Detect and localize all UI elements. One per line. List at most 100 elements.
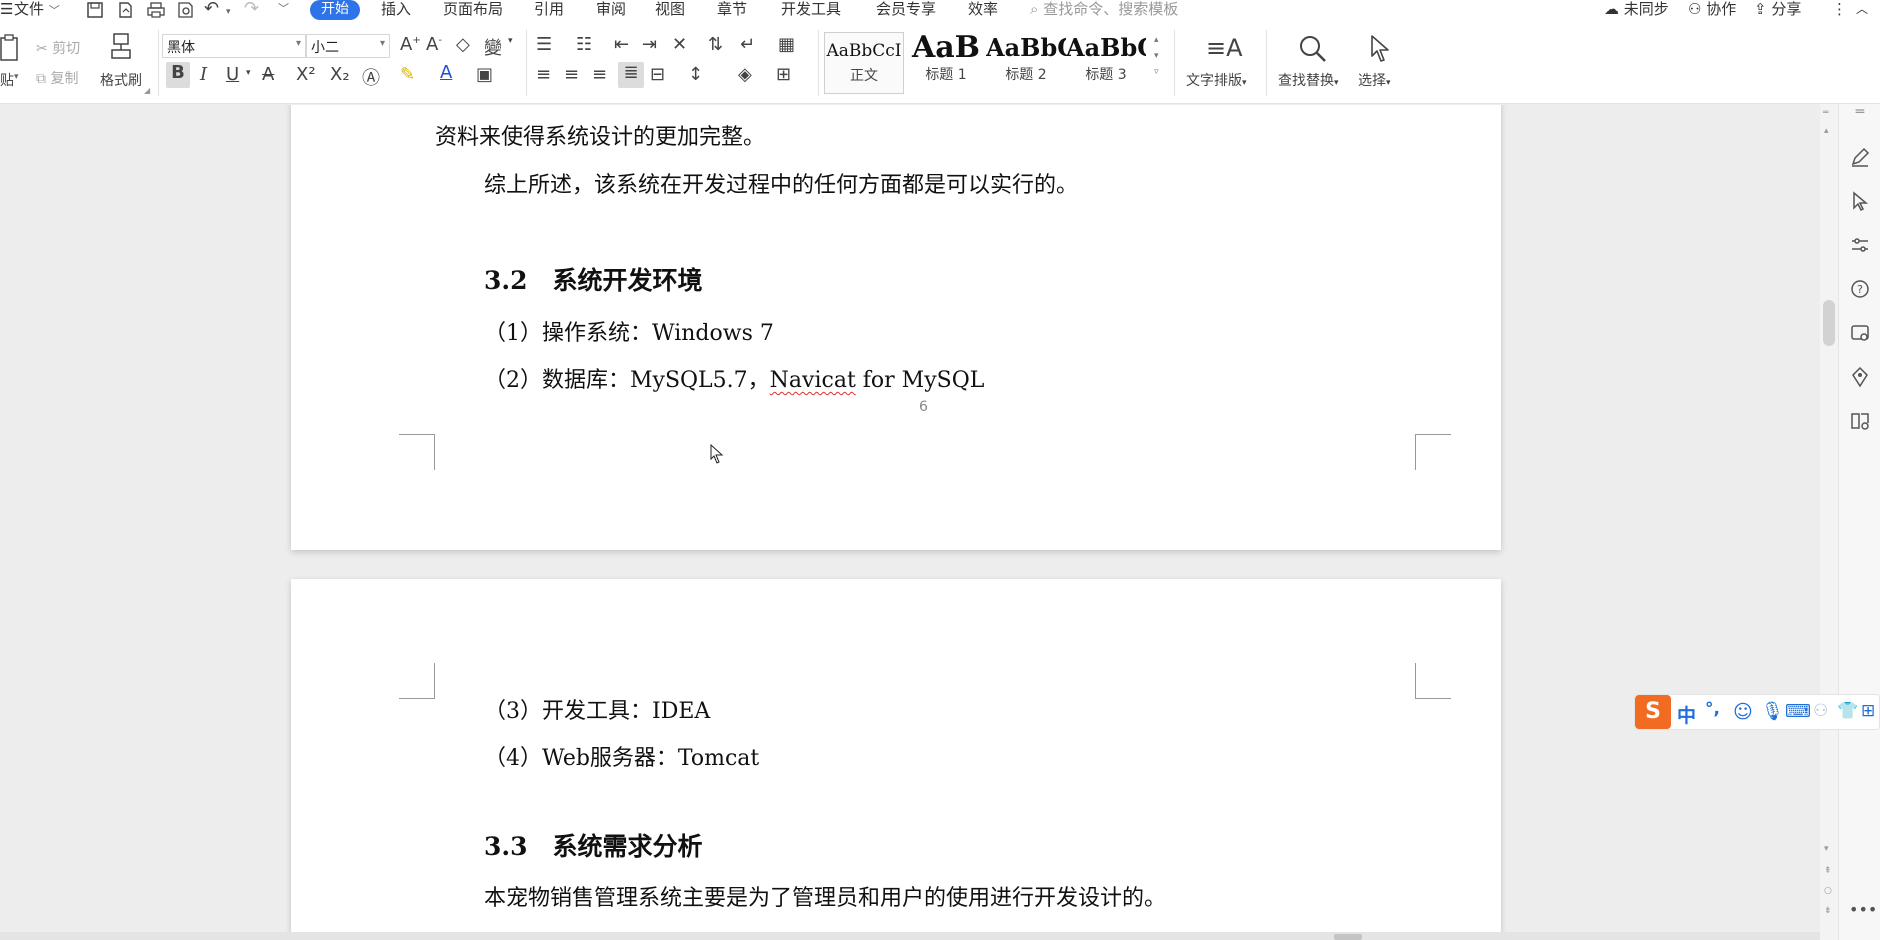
tab-efficiency[interactable]: 效率 <box>968 0 998 20</box>
text-effect-icon[interactable]: Ⓐ <box>362 64 380 90</box>
list-item[interactable]: （4）Web服务器：Tomcat <box>484 740 759 772</box>
font-color-icon[interactable]: A <box>440 62 452 83</box>
distribute-icon[interactable]: ⊟ <box>650 64 665 85</box>
cut-button[interactable]: ✂ 剪切 <box>36 38 80 58</box>
scroll-split-icon[interactable]: ═ <box>1823 108 1828 118</box>
collaborate-button[interactable]: ⚇ 协作 <box>1688 0 1736 20</box>
paragraph-line[interactable]: 资料来使得系统设计的更加完整。 <box>435 119 765 151</box>
customize-toolbar-icon[interactable]: ﹀ <box>278 0 289 20</box>
underline-icon[interactable]: U <box>226 64 239 85</box>
numbered-list-icon[interactable]: ☷ <box>576 34 592 55</box>
cursor-select-icon[interactable] <box>1368 34 1394 64</box>
paste-dropdown-icon[interactable]: ▾ <box>14 72 19 82</box>
pointer-icon[interactable] <box>1849 190 1871 212</box>
browse-object-icon[interactable]: ○ <box>1824 886 1832 896</box>
sync-status[interactable]: ☁ 未同步 <box>1604 0 1669 20</box>
text-layout-icon[interactable]: ≡A <box>1206 34 1243 62</box>
tab-view[interactable]: 视图 <box>655 0 685 20</box>
sort-icon[interactable]: ⇅ <box>708 34 723 55</box>
image-tools-icon[interactable] <box>1849 322 1871 344</box>
section-heading[interactable]: 3.3 系统需求分析 <box>484 827 703 863</box>
tab-insert[interactable]: 插入 <box>381 0 411 20</box>
document-page[interactable]: 资料来使得系统设计的更加完整。 综上所述，该系统在开发过程中的任何方面都是可以实… <box>291 105 1501 550</box>
paragraph-line[interactable]: 本宠物销售管理系统主要是为了管理员和用户的使用进行开发设计的。 <box>484 880 1166 912</box>
find-replace-button[interactable]: 查找替换▾ <box>1278 70 1339 90</box>
text-layout-button[interactable]: 文字排版▾ <box>1186 70 1247 90</box>
paste-label[interactable]: 贴 <box>0 70 14 90</box>
increase-font-size-icon[interactable]: A+ <box>400 34 421 55</box>
show-marks-icon[interactable]: ↵ <box>740 34 755 55</box>
styles-scroll-icon[interactable]: ▴ ▾ ▿ <box>1154 32 1159 80</box>
align-center-icon[interactable]: ≡ <box>564 64 579 85</box>
line-spacing-icon[interactable]: ↕ <box>688 64 703 85</box>
sogou-logo-icon[interactable]: S <box>1635 695 1671 729</box>
tab-references[interactable]: 引用 <box>534 0 564 20</box>
decrease-indent-icon[interactable]: ⇤ <box>614 34 629 55</box>
tab-developer[interactable]: 开发工具 <box>781 0 841 20</box>
misspelled-word[interactable]: Navicat <box>770 368 856 393</box>
document-page[interactable]: （3）开发工具：IDEA （4）Web服务器：Tomcat 3.3 系统需求分析… <box>291 579 1501 940</box>
collapse-ribbon-icon[interactable]: ︿ <box>1856 0 1868 20</box>
find-replace-icon[interactable] <box>1298 34 1328 64</box>
increase-indent-icon[interactable]: ⇥ <box>642 34 657 55</box>
file-menu[interactable]: 文件 ﹀ <box>14 0 60 20</box>
table-tools-icon[interactable]: ▦ <box>778 34 795 55</box>
undo-icon[interactable]: ↶ <box>204 0 219 20</box>
justify-icon[interactable]: ≣ <box>618 62 644 88</box>
scrollbar-thumb[interactable] <box>1823 300 1835 346</box>
scroll-down-icon[interactable]: ▾ <box>1824 844 1829 854</box>
subscript-icon[interactable]: X₂ <box>330 64 350 85</box>
ime-punctuation-toggle[interactable]: °, <box>1705 699 1720 719</box>
clipboard-dialog-launcher-icon[interactable]: ◢ <box>144 86 150 95</box>
tab-review[interactable]: 审阅 <box>596 0 626 20</box>
copy-button[interactable]: ⧉ 复制 <box>36 68 78 88</box>
help-icon[interactable]: ? <box>1849 278 1871 300</box>
superscript-icon[interactable]: X² <box>296 64 316 85</box>
phonetic-guide-icon[interactable]: 變 <box>484 34 502 60</box>
align-right-icon[interactable]: ≡ <box>592 64 607 85</box>
bold-icon[interactable]: B <box>166 62 190 88</box>
style-normal[interactable]: AaBbCcI 正文 <box>824 32 904 94</box>
paste-icon[interactable] <box>0 34 20 64</box>
print-preview-icon[interactable] <box>176 1 196 19</box>
tab-member[interactable]: 会员专享 <box>876 0 936 20</box>
print-icon[interactable] <box>146 1 166 19</box>
scrollbar-thumb[interactable] <box>1334 934 1362 940</box>
align-left-icon[interactable]: ≡ <box>536 64 551 85</box>
skin-shirt-icon[interactable]: 👕 <box>1837 701 1858 721</box>
menu-button[interactable]: ☰ <box>0 0 13 20</box>
font-name-select[interactable]: 黑体 ▾ <box>162 34 306 58</box>
command-search[interactable]: ⌕ 查找命令、搜索模板 <box>1030 0 1178 20</box>
paragraph-line[interactable]: 综上所述，该系统在开发过程中的任何方面都是可以实行的。 <box>484 167 1078 199</box>
keyboard-icon[interactable]: ⌨ <box>1785 701 1811 722</box>
section-heading[interactable]: 3.2 系统开发环境 <box>484 261 703 297</box>
style-heading-2[interactable]: AaBbC 标题 2 <box>986 32 1066 94</box>
horizontal-scrollbar[interactable] <box>0 932 1820 940</box>
book-search-icon[interactable] <box>1849 410 1871 432</box>
list-item[interactable]: （1）操作系统：Windows 7 <box>484 315 774 347</box>
previous-page-icon[interactable]: ⇞ <box>1824 866 1832 876</box>
next-page-icon[interactable]: ⇟ <box>1824 906 1832 916</box>
decrease-font-size-icon[interactable]: A- <box>426 34 442 55</box>
ime-language-toggle[interactable]: 中 <box>1677 701 1696 728</box>
format-painter-label[interactable]: 格式刷 <box>100 70 142 90</box>
tab-home[interactable]: 开始 <box>310 0 360 20</box>
tab-chapter[interactable]: 章节 <box>717 0 747 20</box>
italic-icon[interactable]: I <box>200 64 207 85</box>
more-icon[interactable]: ⋮ <box>1832 0 1847 20</box>
share-button[interactable]: ⇪ 分享 <box>1754 0 1801 20</box>
style-heading-3[interactable]: AaBbC 标题 3 <box>1066 32 1146 94</box>
character-border-icon[interactable]: ▣ <box>476 64 493 85</box>
format-painter-icon[interactable] <box>108 32 134 62</box>
borders-icon[interactable]: ⊞ <box>776 64 791 85</box>
style-heading-1[interactable]: AaB 标题 1 <box>906 32 986 94</box>
user-settings-icon[interactable]: ⚇ <box>1813 701 1828 721</box>
strikethrough-icon[interactable]: A <box>262 64 274 85</box>
emoji-icon[interactable]: ☺ <box>1733 701 1753 723</box>
phonetic-dropdown-icon[interactable]: ▾ <box>508 36 513 46</box>
settings-sliders-icon[interactable] <box>1849 234 1871 256</box>
location-icon[interactable] <box>1849 366 1871 388</box>
export-pdf-icon[interactable] <box>116 1 134 19</box>
bullet-list-icon[interactable]: ☰ <box>536 34 552 55</box>
list-item[interactable]: （2）数据库：MySQL5.7，Navicat for MySQL <box>484 362 984 394</box>
